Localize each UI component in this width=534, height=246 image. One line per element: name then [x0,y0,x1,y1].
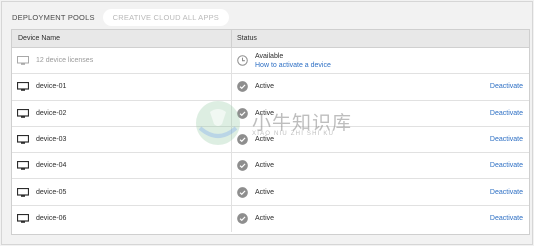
status-text: Active [255,188,275,196]
column-header-status: Status [237,35,257,42]
device-licenses-count: 12 device licenses [36,57,94,65]
monitor-icon [17,108,29,118]
tab-deployment-pools[interactable]: DEPLOYMENT POOLS [6,9,101,26]
check-circle-icon [237,160,248,172]
deactivate-link[interactable]: Deactivate [490,110,523,117]
clock-icon [237,55,248,66]
status-available: Available [255,52,284,60]
deactivate-link[interactable]: Deactivate [490,136,523,143]
monitor-icon [17,161,29,171]
device-name: device-03 [36,136,67,144]
table-row: device-05 Active Deactivate [12,179,529,206]
device-name: device-02 [36,109,67,117]
monitor-icon [17,214,29,224]
table-header: Device Name Status [12,30,529,48]
check-circle-icon [237,107,248,119]
table-row: device-04 Active Deactivate [12,153,529,180]
table-row: device-01 Active Deactivate [12,74,529,101]
devices-table: Device Name Status 12 device licenses Av… [11,29,530,235]
monitor-icon [17,187,29,197]
table-row: device-02 Active Deactivate [12,100,529,127]
status-text: Active [255,215,275,223]
tab-creative-cloud-all-apps[interactable]: CREATIVE CLOUD ALL APPS [102,8,229,26]
monitor-icon [17,56,29,65]
check-circle-icon [237,186,248,198]
status-text: Active [255,136,275,144]
monitor-icon [17,82,29,92]
status-text: Active [255,83,275,91]
tab-bar: DEPLOYMENT POOLS CREATIVE CLOUD ALL APPS [6,7,229,27]
check-circle-icon [237,213,248,225]
deactivate-link[interactable]: Deactivate [490,215,523,222]
how-to-activate-link[interactable]: How to activate a device [255,61,331,70]
status-text: Active [255,109,275,117]
status-text: Active [255,162,275,170]
check-circle-icon [237,134,248,145]
column-header-device-name: Device Name [12,30,232,47]
summary-row: 12 device licenses Available How to acti… [12,48,529,75]
monitor-icon [17,135,29,144]
deactivate-link[interactable]: Deactivate [490,189,523,196]
device-name: device-01 [36,83,67,91]
app-frame: DEPLOYMENT POOLS CREATIVE CLOUD ALL APPS… [1,1,533,245]
device-name: device-04 [36,162,67,170]
check-circle-icon [237,81,248,93]
deactivate-link[interactable]: Deactivate [490,83,523,90]
table-row: device-03 Active Deactivate [12,126,529,154]
device-name: device-05 [36,188,67,196]
device-name: device-06 [36,215,67,223]
deactivate-link[interactable]: Deactivate [490,162,523,169]
table-row: device-06 Active Deactivate [12,205,529,233]
